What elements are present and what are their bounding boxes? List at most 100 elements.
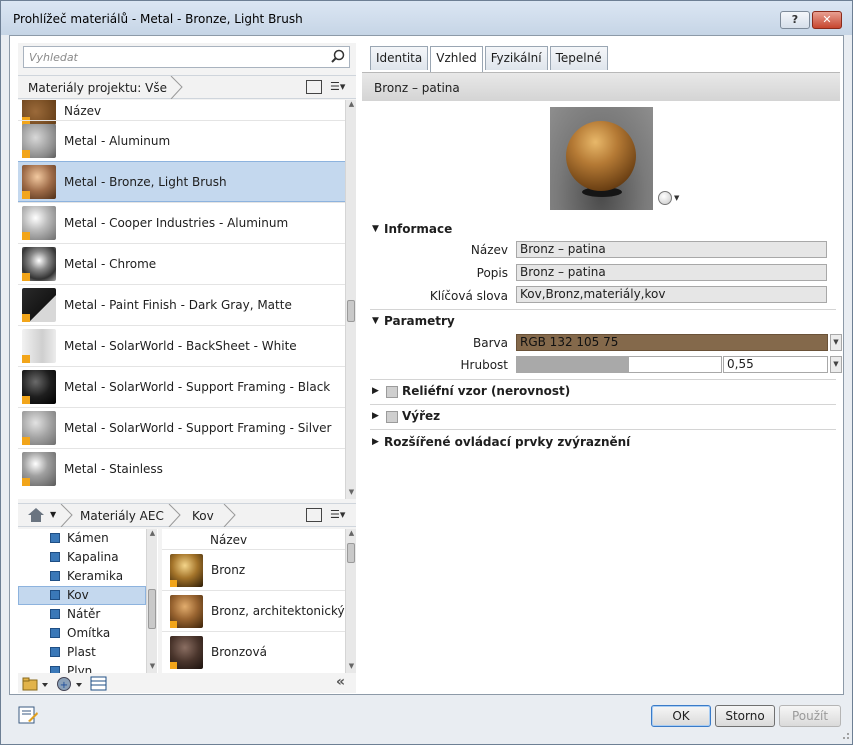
tree-item-keramika[interactable]: Keramika (18, 567, 146, 586)
home-dropdown-icon[interactable]: ▼ (50, 510, 56, 519)
tab-appearance[interactable]: Vzhled (430, 46, 483, 72)
project-materials-filter[interactable]: Materiály projektu: Vše ☰▾ (18, 75, 356, 99)
material-thumbnail (22, 165, 56, 199)
scroll-down-icon[interactable]: ▼ (346, 662, 357, 673)
crumb-metal[interactable]: Kov (192, 509, 214, 523)
keywords-field[interactable]: Kov,Bronz,materiály,kov (516, 286, 827, 303)
help-button[interactable]: ? (780, 11, 810, 29)
scroll-up-icon[interactable]: ▲ (147, 529, 158, 540)
roughness-slider-fill (517, 357, 629, 372)
tree-item-kov[interactable]: Kov (18, 586, 146, 605)
list-item[interactable]: Metal - Chrome (18, 243, 345, 284)
scroll-down-icon[interactable]: ▼ (147, 662, 158, 673)
crumb-aec-materials[interactable]: Materiály AEC (80, 509, 164, 523)
library-list-scrollbar[interactable]: ▲ ▼ (345, 529, 356, 673)
preview-options-icon[interactable] (658, 191, 672, 205)
close-button[interactable]: ✕ (812, 11, 842, 29)
library-folder-icon[interactable] (22, 676, 52, 692)
list-item-selected[interactable]: Metal - Bronze, Light Brush (18, 161, 345, 202)
tree-item-kapalina[interactable]: Kapalina (18, 548, 146, 567)
search-icon[interactable] (331, 49, 345, 66)
list-item[interactable]: Metal - Aluminum (18, 120, 345, 161)
svg-text:+: + (60, 680, 68, 691)
asset-header: Bronz – patina (362, 72, 840, 101)
document-edit-icon[interactable] (18, 705, 38, 725)
roughness-slider[interactable] (516, 356, 722, 373)
folder-icon (50, 609, 60, 619)
panel-layout-icon[interactable] (90, 676, 108, 692)
roughness-dropdown-icon[interactable]: ▼ (830, 356, 842, 373)
list-item[interactable]: Metal - Stainless (18, 448, 345, 489)
scroll-down-icon[interactable]: ▼ (346, 488, 357, 499)
list-item[interactable]: Metal - SolarWorld - Support Framing - S… (18, 407, 345, 448)
section-relief[interactable]: ▶ Reliéfní vzor (nerovnost) (370, 382, 836, 402)
list-item[interactable]: Bronz, architektonický (162, 590, 345, 631)
tree-item-kamen[interactable]: Kámen (18, 529, 146, 548)
tree-item-nater[interactable]: Nátěr (18, 605, 146, 624)
folder-icon (50, 552, 60, 562)
library-breadcrumb: ▼ Materiály AEC Kov ☰▾ (18, 503, 356, 527)
panel-toggle-icon[interactable] (306, 508, 322, 522)
tree-item-plyn[interactable]: Plyn (18, 662, 146, 673)
preview-dropdown-icon[interactable]: ▼ (674, 194, 679, 202)
view-options-icon[interactable]: ☰▾ (330, 80, 352, 94)
list-item[interactable]: Metal - Cooper Industries - Aluminum (18, 202, 345, 243)
name-column-header[interactable]: Název (162, 529, 345, 549)
expand-right-icon: ▶ (372, 386, 379, 396)
folder-icon (50, 647, 60, 657)
folder-icon (50, 666, 60, 673)
tab-identity[interactable]: Identita (370, 46, 429, 70)
tab-thermal[interactable]: Tepelné (549, 46, 608, 70)
project-list-scrollbar[interactable]: ▲ ▼ (345, 100, 356, 499)
section-advanced-highlight[interactable]: ▶ Rozšířené ovládací prvky zvýraznění (370, 433, 836, 453)
tab-physical[interactable]: Fyzikální (484, 46, 548, 70)
scrollbar-thumb[interactable] (148, 589, 156, 629)
cancel-button[interactable]: Storno (715, 705, 775, 727)
name-label: Název (470, 243, 508, 257)
list-item[interactable]: Metal - SolarWorld - Support Framing - B… (18, 366, 345, 407)
material-thumbnail (22, 370, 56, 404)
apply-button[interactable]: Použít (779, 705, 841, 727)
collapse-panel-icon[interactable]: « (336, 674, 345, 690)
expand-right-icon: ▶ (372, 411, 379, 421)
ok-button[interactable]: OK (651, 705, 711, 727)
cutout-checkbox[interactable] (386, 411, 398, 423)
section-parameters[interactable]: ▼ Parametry (370, 312, 836, 332)
color-field[interactable]: RGB 132 105 75 (516, 334, 828, 351)
description-field[interactable]: Bronz – patina (516, 264, 827, 281)
list-item[interactable]: Bronz (162, 549, 345, 590)
resize-grip-icon[interactable] (840, 732, 850, 742)
folder-icon (50, 628, 60, 638)
folder-icon (50, 533, 60, 543)
list-item[interactable]: Metal - SolarWorld - BackSheet - White (18, 325, 345, 366)
panel-toggle-icon[interactable] (306, 80, 322, 94)
library-tree-scrollbar[interactable]: ▲ ▼ (146, 529, 157, 673)
tree-item-omitka[interactable]: Omítka (18, 624, 146, 643)
roughness-value[interactable]: 0,55 (723, 356, 828, 373)
color-dropdown-icon[interactable]: ▼ (830, 334, 842, 351)
name-field[interactable]: Bronz – patina (516, 241, 827, 258)
section-info[interactable]: ▼ Informace (370, 220, 836, 240)
section-cutout[interactable]: ▶ Výřez (370, 407, 836, 427)
description-label: Popis (476, 266, 508, 280)
tree-item-plast[interactable]: Plast (18, 643, 146, 662)
scrollbar-thumb[interactable] (347, 300, 355, 322)
expand-right-icon: ▶ (372, 437, 379, 447)
scroll-up-icon[interactable]: ▲ (346, 529, 357, 540)
search-input[interactable]: Vyhledat (23, 46, 350, 68)
material-thumbnail (22, 206, 56, 240)
dialog-client: Vyhledat Materiály projektu: Vše ☰▾ Náze… (9, 35, 844, 695)
material-thumbnail (22, 411, 56, 445)
view-options-icon[interactable]: ☰▾ (330, 508, 352, 522)
list-item[interactable]: Bronzová (162, 631, 345, 672)
preview-sphere (566, 121, 636, 191)
scrollbar-thumb[interactable] (347, 543, 355, 563)
library-materials-list: Název Bronz Bronz, architektonický Bronz… (162, 529, 345, 673)
window-title: Prohlížeč materiálů - Metal - Bronze, Li… (13, 12, 303, 26)
material-thumbnail (22, 247, 56, 281)
create-material-icon[interactable]: + (56, 676, 86, 692)
list-item[interactable]: Metal - Paint Finish - Dark Gray, Matte (18, 284, 345, 325)
home-icon[interactable] (28, 508, 44, 522)
relief-checkbox[interactable] (386, 386, 398, 398)
scroll-up-icon[interactable]: ▲ (346, 100, 357, 111)
